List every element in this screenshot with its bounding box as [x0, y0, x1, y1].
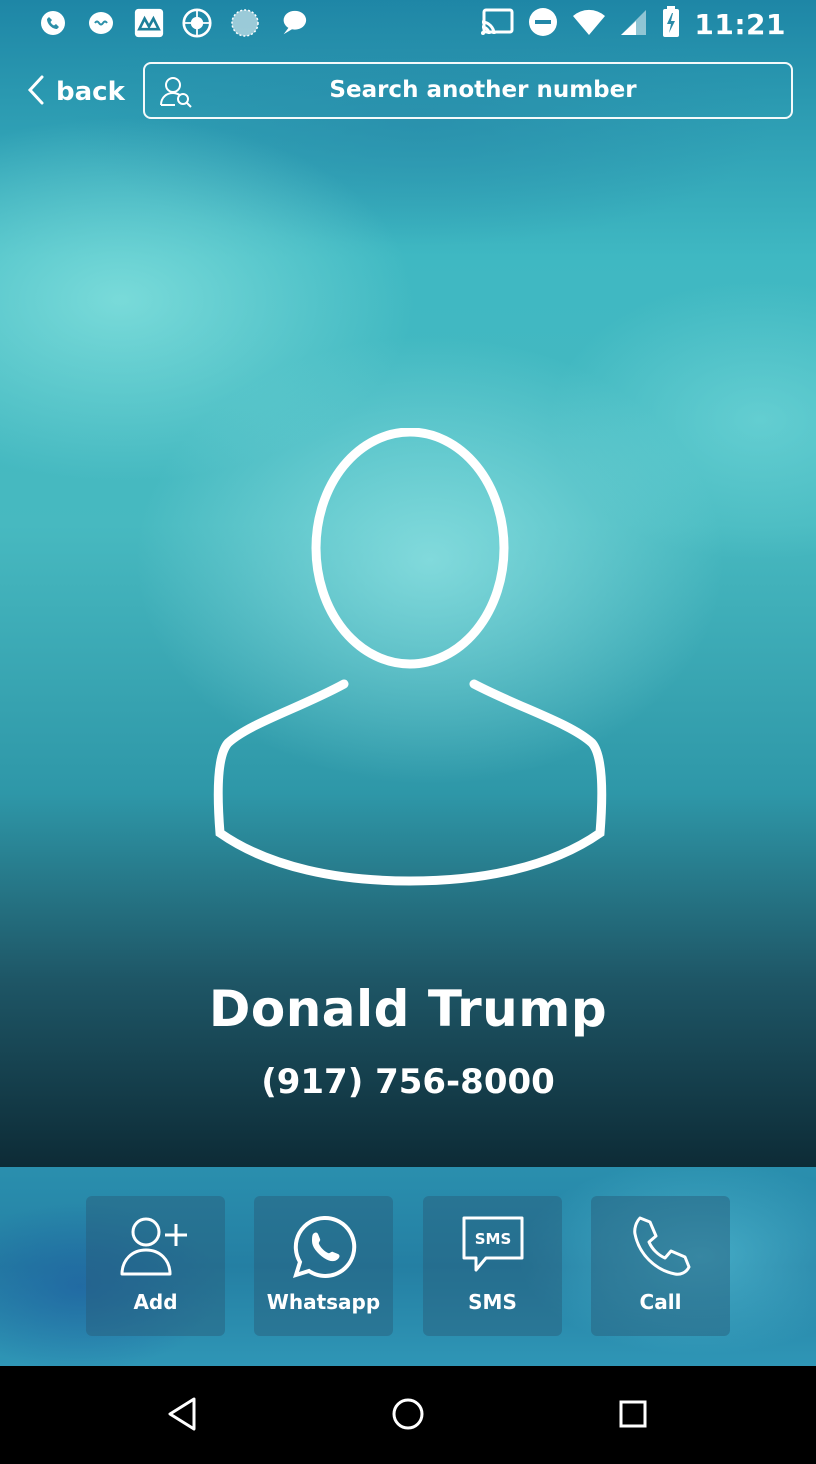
sms-label: SMS: [468, 1290, 517, 1314]
sphere-app-icon: [230, 8, 260, 38]
sms-button[interactable]: SMS SMS: [423, 1196, 562, 1336]
chevron-left-icon: [26, 74, 46, 110]
messaging-app-icon: [86, 8, 116, 38]
globe-network-icon: [182, 8, 212, 38]
cast-icon: [480, 8, 514, 40]
add-contact-button[interactable]: Add: [86, 1196, 225, 1336]
phone-icon: [591, 1214, 730, 1280]
battery-charging-icon: [662, 6, 680, 42]
clock: 11:21: [694, 7, 786, 41]
search-placeholder: Search another number: [329, 77, 637, 103]
notification-icons: [38, 8, 308, 38]
back-button[interactable]: back: [26, 72, 125, 112]
chat-bubble-icon: [278, 8, 308, 38]
add-contact-icon: [86, 1214, 225, 1280]
nav-recents-button[interactable]: [611, 1394, 655, 1438]
phone-notification-icon: [38, 8, 68, 38]
back-triangle-icon: [166, 1396, 198, 1436]
search-input[interactable]: Search another number: [143, 62, 793, 119]
nav-home-button[interactable]: [386, 1394, 430, 1438]
nav-back-button[interactable]: [160, 1394, 204, 1438]
recents-square-icon: [617, 1398, 649, 1434]
action-bar: Add Whatsapp SMS SMS Call: [0, 1167, 816, 1366]
whatsapp-icon: [254, 1214, 393, 1280]
do-not-disturb-icon: [528, 7, 558, 41]
add-label: Add: [133, 1290, 178, 1314]
call-button[interactable]: Call: [591, 1196, 730, 1336]
status-bar: 11:21: [0, 0, 816, 50]
whatsapp-label: Whatsapp: [266, 1290, 381, 1314]
system-icons: 11:21: [480, 6, 786, 42]
sms-icon: SMS: [423, 1214, 562, 1280]
sms-icon-text: SMS: [474, 1230, 511, 1248]
home-circle-icon: [390, 1396, 426, 1436]
call-label: Call: [639, 1290, 682, 1314]
wifi-icon: [572, 8, 606, 40]
top-bar: back Search another number: [0, 62, 816, 122]
contact-phone-number: (917) 756-8000: [261, 1062, 555, 1102]
back-label: back: [56, 77, 125, 107]
app-logo-icon: [134, 8, 164, 38]
avatar-placeholder-icon: [210, 427, 610, 893]
navigation-bar: [0, 1366, 816, 1464]
contact-name: Donald Trump: [208, 980, 608, 1038]
cell-signal-icon: [620, 8, 648, 40]
whatsapp-button[interactable]: Whatsapp: [254, 1196, 393, 1336]
